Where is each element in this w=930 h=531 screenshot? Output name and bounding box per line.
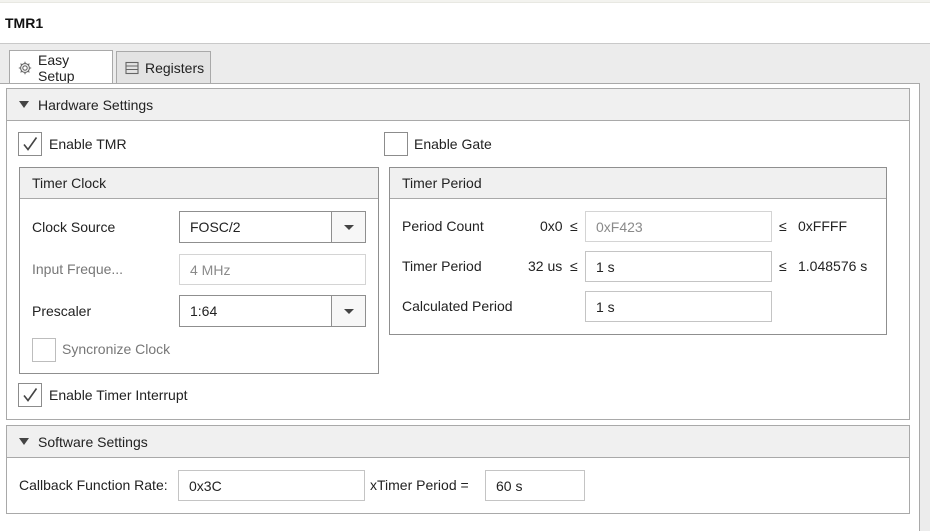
calculated-period-label: Calculated Period (402, 298, 513, 314)
tab-easy-setup[interactable]: Easy Setup (9, 50, 113, 84)
enable-tmr-label: Enable TMR (49, 136, 127, 152)
chevron-down-icon (343, 308, 354, 314)
software-settings-section: Software Settings (6, 425, 910, 514)
clock-source-label: Clock Source (32, 219, 116, 235)
tab-easy-setup-label: Easy Setup (38, 51, 75, 84)
enable-gate-label: Enable Gate (414, 136, 492, 152)
sync-clock-label: Syncronize Clock (62, 341, 171, 357)
clock-source-dropdown-button[interactable] (331, 212, 365, 242)
period-count-le-min: ≤ (570, 218, 578, 234)
enable-interrupt-checkbox[interactable] (18, 383, 42, 407)
xtimer-period-field: 60 s (485, 470, 585, 501)
sync-clock-checkbox[interactable] (32, 338, 56, 362)
software-settings-header[interactable]: Software Settings (7, 426, 909, 458)
period-count-min: 0x0 (540, 218, 563, 234)
timer-period-field[interactable]: 1 s (585, 251, 772, 282)
timer-period-le-max: ≤ (779, 258, 787, 274)
prescaler-label: Prescaler (32, 303, 92, 319)
callback-rate-field[interactable]: 0x3C (178, 470, 365, 501)
input-frequency-field: 4 MHz (179, 254, 366, 285)
prescaler-dropdown-button[interactable] (331, 296, 365, 326)
tab-registers[interactable]: Registers (116, 51, 211, 83)
list-icon (125, 61, 139, 75)
enable-interrupt-label: Enable Timer Interrupt (49, 387, 188, 403)
calculated-period-field: 1 s (585, 291, 772, 322)
timer-period-min: 32 us (528, 258, 563, 274)
gear-icon (18, 61, 32, 75)
period-count-le-max: ≤ (779, 218, 787, 234)
timer-period-title: Timer Period (402, 175, 482, 191)
hardware-settings-title: Hardware Settings (38, 96, 154, 113)
collapse-triangle-icon (19, 101, 29, 108)
input-frequency-label: Input Freque... (32, 261, 124, 277)
enable-tmr-checkbox[interactable] (18, 132, 42, 156)
period-count-label: Period Count (402, 218, 484, 234)
period-count-max: 0xFFFF (798, 218, 847, 234)
xtimer-period-label: xTimer Period = (370, 477, 469, 493)
timer-period-label: Timer Period (402, 258, 482, 274)
timer-period-le-min: ≤ (570, 258, 578, 274)
checkmark-icon (23, 137, 38, 151)
prescaler-select[interactable]: 1:64 (179, 295, 366, 327)
period-count-field: 0xF423 (585, 211, 772, 242)
timer-clock-title: Timer Clock (32, 175, 107, 191)
timer-period-max: 1.048576 s (798, 258, 868, 274)
prescaler-value: 1:64 (190, 303, 218, 319)
top-strip (0, 0, 930, 3)
tab-registers-label: Registers (145, 59, 205, 76)
callback-rate-label: Callback Function Rate: (19, 477, 168, 493)
software-settings-title: Software Settings (38, 433, 148, 450)
window-title: TMR1 (5, 15, 44, 31)
hardware-settings-header[interactable]: Hardware Settings (7, 89, 909, 121)
collapse-triangle-icon (19, 438, 29, 445)
clock-source-value: FOSC/2 (190, 219, 241, 235)
clock-source-select[interactable]: FOSC/2 (179, 211, 366, 243)
enable-gate-checkbox[interactable] (384, 132, 408, 156)
chevron-down-icon (343, 224, 354, 230)
checkmark-icon (23, 388, 38, 402)
